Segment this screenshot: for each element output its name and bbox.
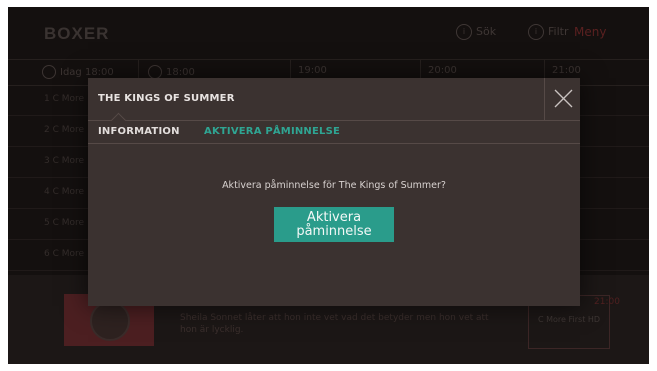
channel-name: 3 C More [44, 156, 85, 166]
timeline-slot: 20:00 [428, 65, 457, 76]
film-reel-icon [90, 301, 130, 341]
boxer-logo: BOXER [44, 24, 110, 43]
reminder-dialog: THE KINGS OF SUMMER INFORMATION AKTIVERA… [88, 78, 580, 306]
search-label: Sök [476, 25, 497, 38]
channel-name: 1 C More [44, 94, 85, 104]
filter-icon: i [528, 24, 544, 40]
tab-activate-reminder[interactable]: AKTIVERA PÅMINNELSE [204, 126, 340, 137]
program-time: 21:00 [594, 297, 620, 307]
info-icon: i [456, 24, 472, 40]
timeline-slot: 19:00 [298, 65, 327, 76]
clock-icon [148, 65, 162, 79]
dialog-title: THE KINGS OF SUMMER [98, 93, 235, 104]
tab-information[interactable]: INFORMATION [98, 126, 180, 137]
dialog-tabs: INFORMATION AKTIVERA PÅMINNELSE [88, 121, 580, 144]
filter-label: Filtr [548, 25, 569, 38]
timeline-label: Idag 18:00 [60, 67, 114, 78]
close-icon [554, 89, 573, 108]
dialog-header: THE KINGS OF SUMMER [88, 78, 580, 121]
reminder-prompt: Aktivera påminnelse för The Kings of Sum… [222, 180, 446, 191]
search-button[interactable]: i Sök [456, 24, 496, 40]
channel-label: C More First HD [538, 315, 601, 324]
channel-name: 6 C More [44, 249, 85, 259]
channel-name: 4 C More [44, 187, 85, 197]
channel-name: 5 C More [44, 218, 85, 228]
channel-name: 2 C More [44, 125, 85, 135]
program-description: Sheila Sonnet låter att hon inte vet vad… [180, 313, 489, 335]
activate-reminder-button[interactable]: Aktivera påminnelse [274, 207, 394, 242]
timeline-now[interactable]: Idag 18:00 [42, 65, 114, 79]
timeline-slot[interactable]: 18:00 [148, 65, 195, 79]
filter-button[interactable]: i Filtr [528, 24, 568, 40]
tv-screen: BOXER i Sök i Filtr Meny Idag 18:00 18:00 … [8, 7, 649, 364]
top-bar: BOXER i Sök i Filtr Meny [8, 7, 649, 59]
timeline-slot: 21:00 [552, 65, 581, 76]
menu-button[interactable]: Meny [574, 25, 606, 39]
close-button[interactable] [544, 78, 581, 120]
clock-icon [42, 65, 56, 79]
timeline-label: 18:00 [166, 67, 195, 78]
